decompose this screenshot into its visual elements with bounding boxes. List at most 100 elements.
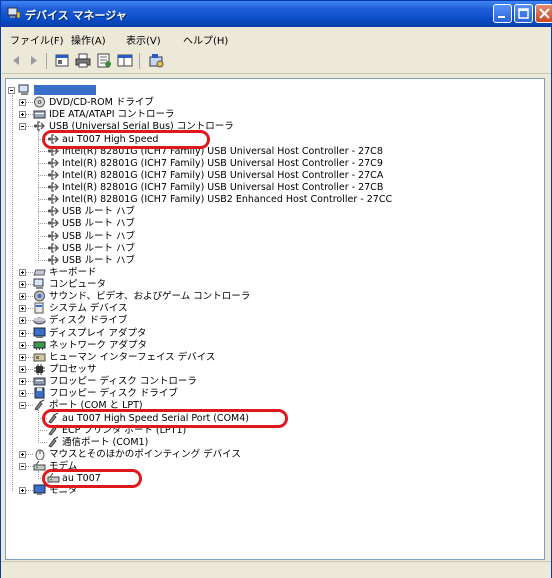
toolbar-separator [139,53,140,69]
usb-icon [47,206,59,216]
scan-icon[interactable] [147,52,165,69]
tree-category[interactable]: ディスプレイ アダプタ [6,327,536,339]
tree-connector [38,223,47,225]
tree-device[interactable]: USB ルート ハブ [6,206,536,217]
tree-item-label: USB ルート ハブ [62,230,136,242]
expand-icon[interactable] [19,305,26,313]
usb-icon [47,194,59,204]
tree-connector [38,247,47,249]
usb-icon [47,170,59,180]
tree-item-label: システム デバイス [49,303,128,315]
tree-item-label: サウンド、ビデオ、およびゲーム コントローラ [49,291,251,303]
tree-item-label: ネットワーク アダプタ [49,339,148,351]
properties-icon[interactable] [95,52,113,69]
tree-device[interactable]: 通信ポート (COM1) [6,436,536,448]
tree-category[interactable]: ディスク ドライブ [6,315,536,326]
minimize-button[interactable] [493,4,512,23]
tree-device[interactable]: Intel(R) 82801G (ICH7 Family) USB2 Enhan… [6,194,536,205]
print-icon[interactable] [74,52,92,69]
expand-icon[interactable] [19,487,26,495]
tree-category[interactable]: フロッピー ディスク コントローラ [6,376,536,387]
menu-action[interactable]: 操作(A) [71,32,106,47]
tree-device[interactable]: USB ルート ハブ [6,218,536,229]
expand-icon[interactable] [19,317,26,325]
menu-view[interactable]: 表示(V) [126,32,161,47]
tree-connector [38,429,47,431]
show-icon[interactable] [53,52,71,69]
expand-icon[interactable] [19,329,26,337]
tree-category[interactable]: DVD/CD-ROM ドライブ [6,96,536,108]
tree-device[interactable]: USB ルート ハブ [6,243,536,254]
tree-device[interactable]: Intel(R) 82801G (ICH7 Family) USB Univer… [6,158,536,169]
tree-item-label: IDE ATA/ATAPI コントローラ [49,109,175,121]
expand-icon[interactable] [19,353,26,361]
tree-device[interactable]: Intel(R) 82801G (ICH7 Family) USB Univer… [6,170,536,181]
tree-connector [38,187,47,189]
tree-category[interactable]: ヒューマン インターフェイス デバイス [6,352,536,363]
tree-device[interactable]: Intel(R) 82801G (ICH7 Family) USB Univer… [6,182,536,193]
usb-icon [47,182,59,192]
highlight-oval [42,469,142,489]
tree-item-label: フロッピー ディスク コントローラ [49,376,197,388]
device-manager-window: デバイス マネージャ ファイル(F) 操作(A) 表示(V) ヘルプ(H) DV… [0,0,552,578]
view-icon[interactable] [116,52,134,69]
tree-device[interactable]: USB ルート ハブ [6,255,536,266]
toolbar [1,49,551,74]
display-icon [33,327,46,338]
network-icon [33,341,46,350]
tree-connector [38,150,47,152]
expand-icon[interactable] [19,281,26,289]
mouse-icon [35,449,45,460]
keyboard-icon [33,269,46,276]
tree-category[interactable]: プロセッサ [6,363,536,375]
title-bar[interactable]: デバイス マネージャ [1,1,552,27]
expand-icon[interactable] [19,341,26,349]
tree-category[interactable]: フロッピー ディスク ドライブ [6,387,536,400]
tree-category[interactable]: システム デバイス [6,302,536,315]
collapse-icon[interactable] [19,463,26,471]
expand-icon[interactable] [19,111,26,119]
menu-file[interactable]: ファイル(F) [10,32,64,47]
expand-icon[interactable] [19,378,26,386]
close-button[interactable] [535,4,552,23]
expand-icon[interactable] [19,365,26,373]
tree-item-label: コンピュータ [49,279,107,291]
maximize-icon [518,8,529,19]
tree-item-label: USB ルート ハブ [62,206,136,218]
tree-item-label: USB ルート ハブ [62,218,136,230]
tree-category[interactable]: ネットワーク アダプタ [6,340,536,351]
tree-item-label: ヒューマン インターフェイス デバイス [49,351,216,363]
window-title: デバイス マネージャ [25,9,127,22]
collapse-icon[interactable] [8,87,15,94]
tree-item-label: Intel(R) 82801G (ICH7 Family) USB Univer… [62,157,383,169]
tree-item-label: マウスとそのほかのポインティング デバイス [49,448,241,460]
tree-category[interactable]: コンピュータ [6,278,536,291]
tree-category[interactable]: キーボード [6,267,536,278]
highlight-oval [42,408,288,428]
ide-icon [33,110,46,119]
tree-category[interactable]: マウスとそのほかのポインティング デバイス [6,449,536,460]
tree-category[interactable]: IDE ATA/ATAPI コントローラ [6,109,536,120]
tree-item-label: Intel(R) 82801G (ICH7 Family) USB Univer… [62,182,384,194]
tree-connector [38,211,47,213]
collapse-icon[interactable] [19,402,26,410]
menu-help[interactable]: ヘルプ(H) [183,32,228,47]
expand-icon[interactable] [19,268,26,276]
expand-icon[interactable] [19,390,26,398]
collapse-icon[interactable] [19,123,26,131]
tree-device[interactable]: USB ルート ハブ [6,231,536,242]
expand-icon[interactable] [19,99,26,107]
tree-category[interactable]: サウンド、ビデオ、およびゲーム コントローラ [6,290,536,303]
expand-icon[interactable] [19,450,26,458]
forward-icon[interactable] [25,52,43,69]
floppy-controller-icon [33,377,46,386]
usb-icon [47,218,59,229]
tree-item-label: 通信ポート (COM1) [62,436,149,448]
back-icon[interactable] [7,52,25,69]
tree-connector [38,162,47,164]
expand-icon[interactable] [19,293,26,301]
tree-root[interactable] [6,84,536,96]
tree-item-label: フロッピー ディスク ドライブ [49,388,178,400]
maximize-button[interactable] [514,4,533,23]
device-tree[interactable]: DVD/CD-ROM ドライブ IDE ATA/ATAPI コントローラ USB (… [5,78,545,560]
